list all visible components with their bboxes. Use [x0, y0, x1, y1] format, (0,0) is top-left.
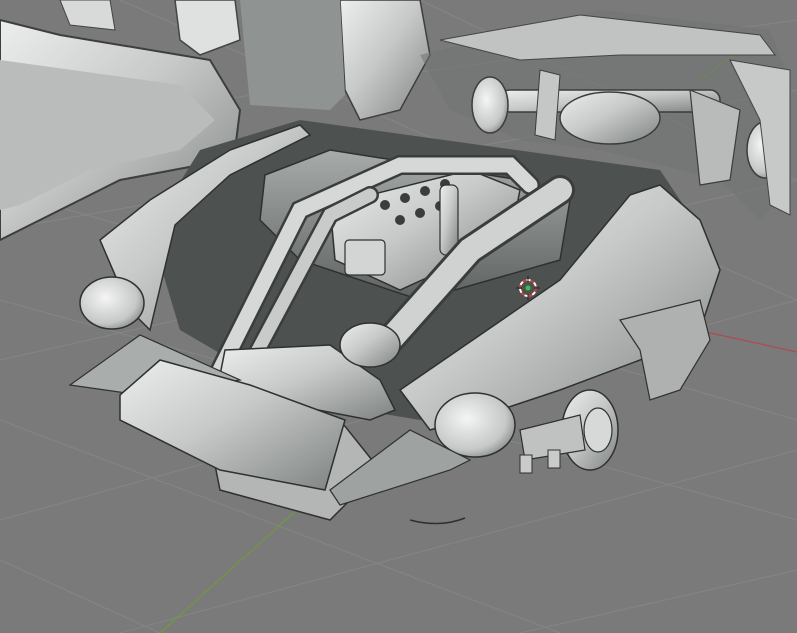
headlamp-right [434, 392, 516, 458]
viewport-scene[interactable] [0, 0, 797, 633]
3d-viewport[interactable] [0, 0, 797, 633]
3d-cursor-icon[interactable] [516, 276, 540, 300]
headlamp-left [79, 276, 145, 330]
